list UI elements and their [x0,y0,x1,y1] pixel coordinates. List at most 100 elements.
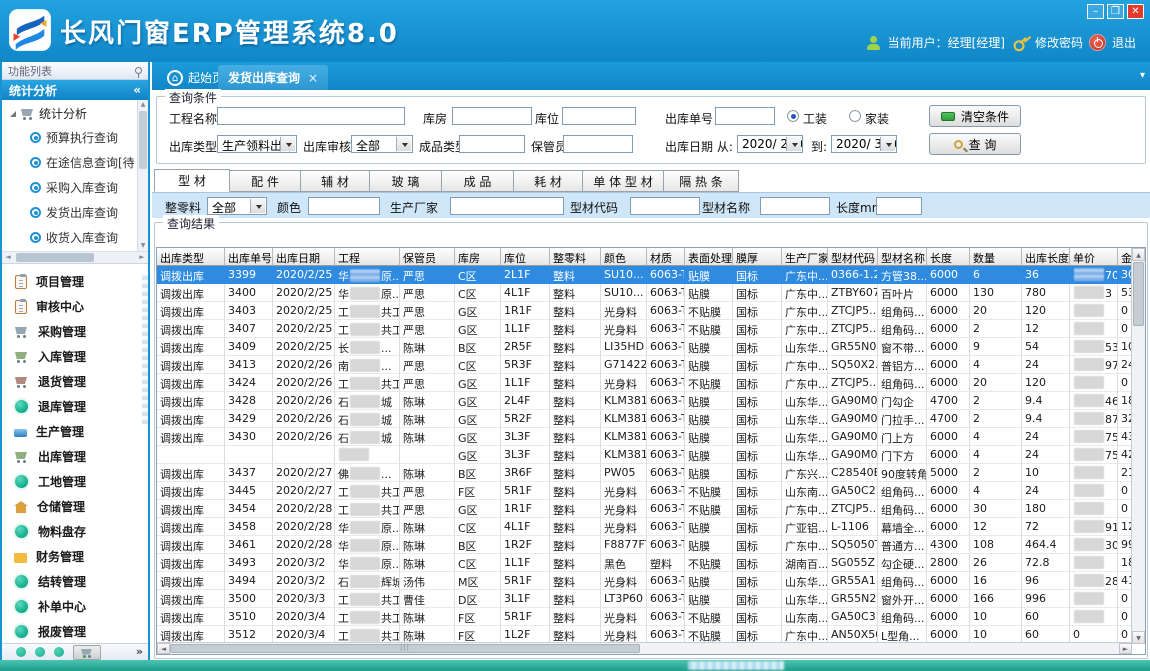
tree-item[interactable]: 预算执行查询 [2,125,137,150]
dot-icon[interactable] [54,647,64,657]
scroll-thumb[interactable] [16,253,94,262]
scroll-down-icon[interactable]: ▼ [138,241,148,251]
tree-item[interactable]: 采购入库查询 [2,175,137,200]
column-header[interactable]: 材质 [647,248,685,266]
table-row[interactable]: 调拨出库34612020/2/28华原...陈琳B区1R2F整料F8877FT6… [157,536,1132,554]
overflow-chevron[interactable]: » [136,644,143,659]
radio-gongzhuang-label[interactable]: 工装 [803,110,827,127]
scroll-right-icon[interactable]: ► [136,252,148,263]
date-to-select[interactable]: 2020/ 3/16 [831,135,897,153]
scroll-right-icon[interactable]: ► [1119,643,1132,654]
scroll-down-icon[interactable]: ▼ [1132,631,1145,644]
tree-root[interactable]: 统计分析 [2,100,137,125]
table-row[interactable]: 调拨出库34242020/2/26工共工程严思G区1L1F整料光身料6063-T… [157,374,1132,392]
dot-icon[interactable] [16,647,26,657]
column-header[interactable]: 型材代码 [828,248,878,266]
sidebar-nav-item[interactable]: 出库管理 [2,444,148,469]
column-header[interactable]: 表面处理 [685,248,733,266]
table-row[interactable]: 调拨出库35002020/3/3工共工程曹佳D区3L1F整料LT3P606063… [157,590,1132,608]
column-header[interactable]: 库位 [501,248,550,266]
table-row[interactable]: 调拨出库34372020/2/27佛...陈琳B区3R6F整料PW056063-… [157,464,1132,482]
sidebar-nav-item[interactable]: 退库管理 [2,394,148,419]
length-input[interactable] [876,197,922,215]
scroll-thumb[interactable] [170,644,640,653]
material-tab[interactable]: 成 品 [441,170,514,192]
table-row[interactable]: 调拨出库34932020/3/2华原...陈琳C区1L1F整料黑色塑料不贴膜国标… [157,554,1132,572]
column-header[interactable]: 数量 [970,248,1022,266]
scroll-left-icon[interactable]: ◄ [2,252,14,263]
radio-jiazhuang-label[interactable]: 家装 [865,110,889,127]
tree-item[interactable]: 发货出库查询 [2,200,137,225]
table-row[interactable]: 调拨出库34582020/2/28华原...陈琳C区4L1F整料光身料6063-… [157,518,1132,536]
audit-select[interactable]: 全部 [351,135,413,153]
table-row[interactable]: 调拨出库34072020/2/25工共工程严思G区1L1F整料光身料6063-T… [157,320,1132,338]
keeper-input[interactable] [563,135,633,153]
column-header[interactable]: 保管员 [400,248,455,266]
table-row[interactable]: 调拨出库34452020/2/27工共工程严思F区5R1F整料光身料6063-T… [157,482,1132,500]
scroll-up-icon[interactable]: ▲ [138,100,148,110]
sidebar-nav-item[interactable]: 项目管理 [2,269,148,294]
nav-scrollbar[interactable] [142,274,148,424]
table-row[interactable]: 调拨出库34032020/2/25工共工程严思G区1R1F整料光身料6063-T… [157,302,1132,320]
sidebar-nav-item[interactable]: 退货管理 [2,369,148,394]
table-row[interactable]: 调拨出库33992020/2/25华原...严思C区2L1F整料SU10...6… [157,266,1132,284]
tab-list-chevron-icon[interactable]: ▾ [1140,70,1145,81]
table-row[interactable]: 调拨出库34942020/3/2石辉城汤伟M区5R1F整料光身料6063-T5贴… [157,572,1132,590]
sidebar-nav-item[interactable]: 报废管理 [2,619,148,643]
minimize-button[interactable]: – [1087,4,1104,19]
column-header[interactable]: 工程 [335,248,400,266]
color-input[interactable] [308,197,380,215]
column-header[interactable]: 出库长度 [1022,248,1070,266]
manufacturer-input[interactable] [450,197,564,215]
date-from-select[interactable]: 2020/ 2/16 [737,135,803,153]
dot-icon[interactable] [35,647,45,657]
column-header[interactable]: 长度 [927,248,970,266]
product-type-input[interactable] [459,135,525,153]
material-tab[interactable]: 辅 材 [300,170,370,192]
column-header[interactable]: 颜色 [601,248,647,266]
sidebar-nav-item[interactable]: 工地管理 [2,469,148,494]
close-button[interactable]: ✕ [1127,4,1144,19]
tree-hscrollbar[interactable]: ◄ ► [2,252,148,264]
column-header[interactable]: 型材名称 [878,248,927,266]
tree-item[interactable]: 收货入库查询 [2,225,137,250]
radio-gongzhuang[interactable] [787,110,799,122]
sidebar-nav-item[interactable]: 补单中心 [2,594,148,619]
sidebar-nav-item[interactable]: 财务管理 [2,544,148,569]
sidebar-nav-item[interactable]: 入库管理 [2,344,148,369]
column-header[interactable]: 出库类型 [157,248,225,266]
pin-icon[interactable] [135,67,142,74]
material-tab[interactable]: 单 体 型 材 [582,170,664,192]
tree-scrollbar[interactable]: ▲ ▼ [137,100,148,251]
profile-name-input[interactable] [760,197,830,215]
material-tab[interactable]: 配 件 [229,170,301,192]
tree-item[interactable]: 在途信息查询[待 [2,150,137,175]
table-row[interactable]: 调拨出库34292020/2/26石城陈琳G区5R2F整料KLM38176063… [157,410,1132,428]
table-row[interactable]: 调拨出库34282020/2/26石城陈琳G区2L4F整料KLM38176063… [157,392,1132,410]
sidebar-nav-item[interactable]: 审核中心 [2,294,148,319]
sidebar-nav-item[interactable]: 生产管理 [2,419,148,444]
maximize-button[interactable]: ❒ [1107,4,1124,19]
table-row[interactable]: 调拨出库34002020/2/25华原...严思C区4L1F整料SU10...6… [157,284,1132,302]
column-header[interactable]: 整零料 [550,248,601,266]
tab-close-icon[interactable]: × [308,71,318,85]
scroll-up-icon[interactable]: ▲ [1132,248,1145,261]
cart-button[interactable] [73,645,101,660]
material-tab[interactable]: 型 材 [154,169,230,192]
table-row[interactable]: 调拨出库34092020/2/25长...陈琳B区2R5F整料LI35HD606… [157,338,1132,356]
column-header[interactable]: 单价 [1070,248,1118,266]
column-header[interactable]: 出库单号 [225,248,273,266]
profile-code-input[interactable] [630,197,700,215]
sidebar-nav-item[interactable]: 采购管理 [2,319,148,344]
radio-jiazhuang[interactable] [849,110,861,122]
expander-icon[interactable] [10,111,16,117]
order-no-input[interactable] [715,107,775,125]
scroll-thumb[interactable] [1133,262,1144,326]
column-header[interactable]: 生产厂家 [782,248,828,266]
tab-shipping-query[interactable]: 发货出库查询 × [218,65,328,90]
sidebar-nav-item[interactable]: 结转管理 [2,569,148,594]
scroll-left-icon[interactable]: ◄ [157,643,170,654]
table-row[interactable]: 调拨出库34542020/2/28工共工程严思G区1R1F整料光身料6063-T… [157,500,1132,518]
grid-hscrollbar[interactable]: ◄ ► [157,642,1132,654]
table-row[interactable]: 调拨出库34132020/2/26南...严思C区5R3F整料G71422606… [157,356,1132,374]
